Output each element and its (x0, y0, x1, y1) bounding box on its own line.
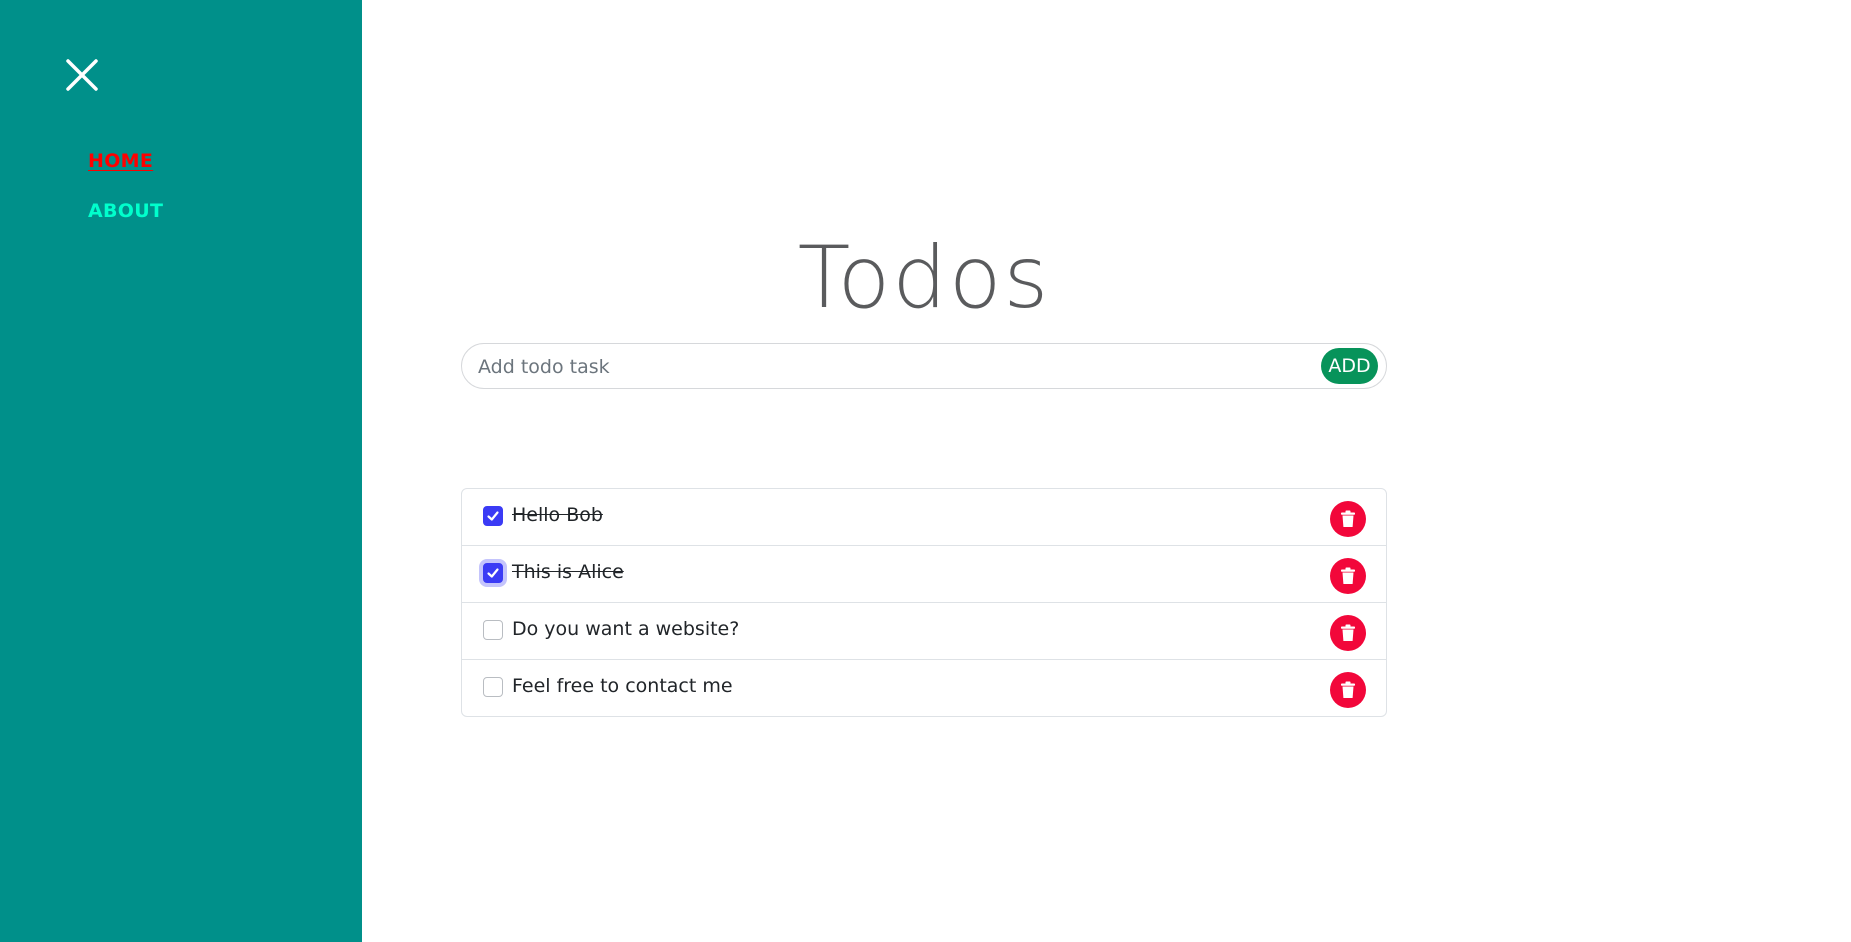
delete-todo-button[interactable] (1330, 558, 1366, 594)
todo-list: Hello Bob This is Alice Do you want a we… (461, 488, 1387, 717)
todo-text: Hello Bob (512, 504, 603, 526)
trash-icon (1341, 510, 1355, 527)
nav-link-home[interactable]: HOME (88, 150, 163, 172)
main-content: Todos ADD Hello Bob (362, 0, 1851, 942)
delete-todo-button[interactable] (1330, 672, 1366, 708)
trash-icon (1341, 624, 1355, 641)
sidebar: HOME ABOUT (0, 0, 362, 942)
close-sidebar-button[interactable] (62, 55, 102, 95)
delete-todo-button[interactable] (1330, 615, 1366, 651)
nav-link-about[interactable]: ABOUT (88, 200, 163, 222)
todo-checkbox[interactable] (483, 620, 503, 640)
trash-icon (1341, 681, 1355, 698)
todo-item: Do you want a website? (462, 603, 1386, 660)
todo-checkbox[interactable] (483, 506, 503, 526)
todo-item: Feel free to contact me (462, 660, 1386, 716)
todo-text: This is Alice (512, 561, 624, 583)
todo-item: Hello Bob (462, 489, 1386, 546)
checkmark-icon (487, 568, 499, 578)
add-todo-form: ADD (461, 343, 1387, 390)
checkmark-icon (487, 511, 499, 521)
todo-item: This is Alice (462, 546, 1386, 603)
trash-icon (1341, 567, 1355, 584)
todo-text: Feel free to contact me (512, 675, 733, 697)
close-icon (66, 59, 98, 91)
todo-text: Do you want a website? (512, 618, 740, 640)
todo-checkbox[interactable] (483, 563, 503, 583)
page-title: Todos (797, 228, 1051, 328)
delete-todo-button[interactable] (1330, 501, 1366, 537)
sidebar-nav: HOME ABOUT (88, 150, 163, 222)
todo-checkbox[interactable] (483, 677, 503, 697)
add-todo-input[interactable] (476, 344, 1320, 390)
add-todo-button[interactable]: ADD (1321, 348, 1378, 384)
